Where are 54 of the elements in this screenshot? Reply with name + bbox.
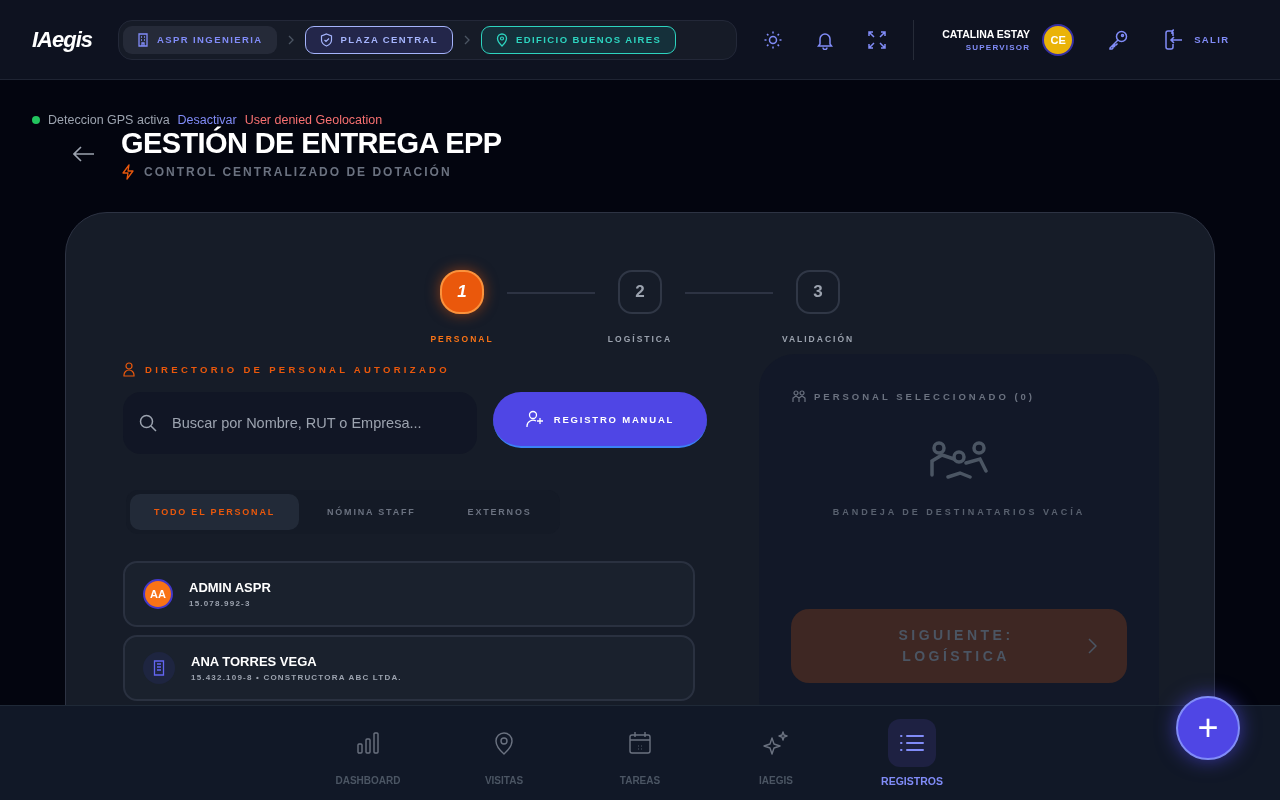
location-pin-icon (493, 731, 515, 755)
person-icon (123, 362, 135, 377)
deactivate-link[interactable]: Desactivar (177, 113, 237, 127)
building-icon (137, 32, 150, 47)
filter-tab[interactable]: EXTERNOS (443, 494, 556, 530)
chevron-right-icon (1087, 638, 1097, 654)
person-name: ANA TORRES VEGA (191, 654, 318, 669)
people-icon (792, 389, 806, 403)
page-title: GESTIÓN DE ENTREGA EPP (121, 127, 502, 160)
step-number[interactable]: 2 (618, 270, 662, 314)
logout-button[interactable]: SALIR (1164, 28, 1230, 51)
empty-state-text: BANDEJA DE DESTINATARIOS VACÍA (832, 507, 1086, 517)
back-arrow-icon[interactable] (73, 145, 95, 162)
panel-title: PERSONAL SELECCIONADO (0) (814, 390, 1036, 402)
manual-registration-button[interactable]: REGISTRO MANUAL (493, 392, 707, 448)
person-avatar: AA (143, 579, 173, 609)
step-number[interactable]: 1 (440, 270, 484, 314)
step-label: PERSONAL (430, 334, 494, 344)
search-icon (139, 414, 157, 432)
logo[interactable]: IAegis (32, 26, 93, 53)
people-group-icon (930, 441, 988, 479)
user-role: SUPERVISOR (965, 42, 1031, 52)
nav-tab[interactable]: REGISTROS (867, 719, 957, 800)
section-title: DIRECTORIO DE PERSONAL AUTORIZADO (145, 364, 450, 375)
step-label: VALIDACIÓN (781, 334, 855, 344)
calendar-icon (628, 731, 652, 755)
person-card[interactable]: ANA TORRES VEGA 15.432.109-8 • CONSTRUCTORA ABC LTDA. (123, 635, 695, 701)
geolocation-error: User denied Geolocation (244, 113, 383, 127)
breadcrumb-chip[interactable]: ASPR INGENIERIA (123, 25, 277, 54)
shield-icon (319, 32, 333, 47)
person-card[interactable]: AA ADMIN ASPR 15.078.992-3 (123, 561, 695, 627)
chevron-icon (463, 34, 472, 45)
building-icon (143, 652, 175, 684)
page-subtitle: CONTROL CENTRALIZADO DE DOTACIÓN (144, 165, 452, 179)
list-icon (899, 733, 925, 753)
person-detail: 15.432.109-8 • CONSTRUCTORA ABC LTDA. (191, 673, 402, 682)
add-user-icon (525, 410, 544, 428)
filter-tab[interactable]: NÓMINA STAFF (303, 494, 440, 530)
gps-status-text: Deteccion GPS activa (48, 113, 170, 127)
sparkles-icon (763, 731, 789, 755)
location-pin-icon (496, 32, 509, 47)
person-name: ADMIN ASPR (189, 580, 271, 595)
lightning-icon (121, 164, 135, 180)
breadcrumb-chip[interactable]: PLAZA CENTRAL (304, 25, 454, 54)
step-number[interactable]: 3 (796, 270, 840, 314)
person-detail: 15.078.992-3 (189, 599, 252, 608)
step-label: LOGÍSTICA (607, 334, 673, 344)
logout-icon (1164, 28, 1185, 51)
breadcrumb-chip[interactable]: EDIFICIO BUENOS AIRES (481, 25, 677, 54)
filter-tab[interactable]: TODO EL PERSONAL (130, 494, 299, 530)
search-field[interactable]: Buscar por Nombre, RUT o Empresa... (123, 392, 477, 454)
chevron-icon (286, 34, 295, 45)
bar-chart-icon (356, 731, 380, 755)
user-name: CATALINA ESTAY (942, 27, 1031, 40)
